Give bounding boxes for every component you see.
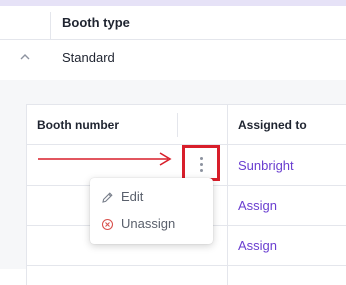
menu-item-label: Edit	[121, 189, 144, 204]
booth-type-header: Booth type	[62, 15, 130, 30]
row-actions-menu: Edit Unassign	[90, 178, 213, 244]
row-actions-button[interactable]	[182, 145, 220, 181]
pencil-icon	[102, 192, 113, 203]
kebab-dot	[200, 169, 203, 172]
group-label: Standard	[62, 50, 115, 65]
assigned-link-sunbright[interactable]: Sunbright	[238, 158, 294, 173]
menu-item-label: Unassign	[121, 216, 176, 231]
assign-link[interactable]: Assign	[238, 198, 277, 213]
annotation-arrow-icon	[38, 152, 172, 166]
assign-link[interactable]: Assign	[238, 238, 277, 253]
assigned-to-header: Assigned to	[238, 118, 307, 132]
x-circle-icon	[101, 218, 114, 231]
menu-item-unassign[interactable]: Unassign	[90, 211, 213, 239]
menu-item-edit[interactable]: Edit	[90, 184, 213, 212]
kebab-dot	[200, 157, 203, 160]
table-header-row: Booth type	[0, 6, 346, 40]
kebab-dot	[200, 163, 203, 166]
booth-number-header: Booth number	[37, 118, 119, 132]
chevron-up-icon[interactable]	[19, 51, 31, 63]
column-divider	[50, 12, 51, 39]
header-divider	[177, 113, 178, 137]
subtable-header-row: Booth number Assigned to	[27, 105, 346, 145]
group-row-standard[interactable]	[0, 40, 346, 80]
